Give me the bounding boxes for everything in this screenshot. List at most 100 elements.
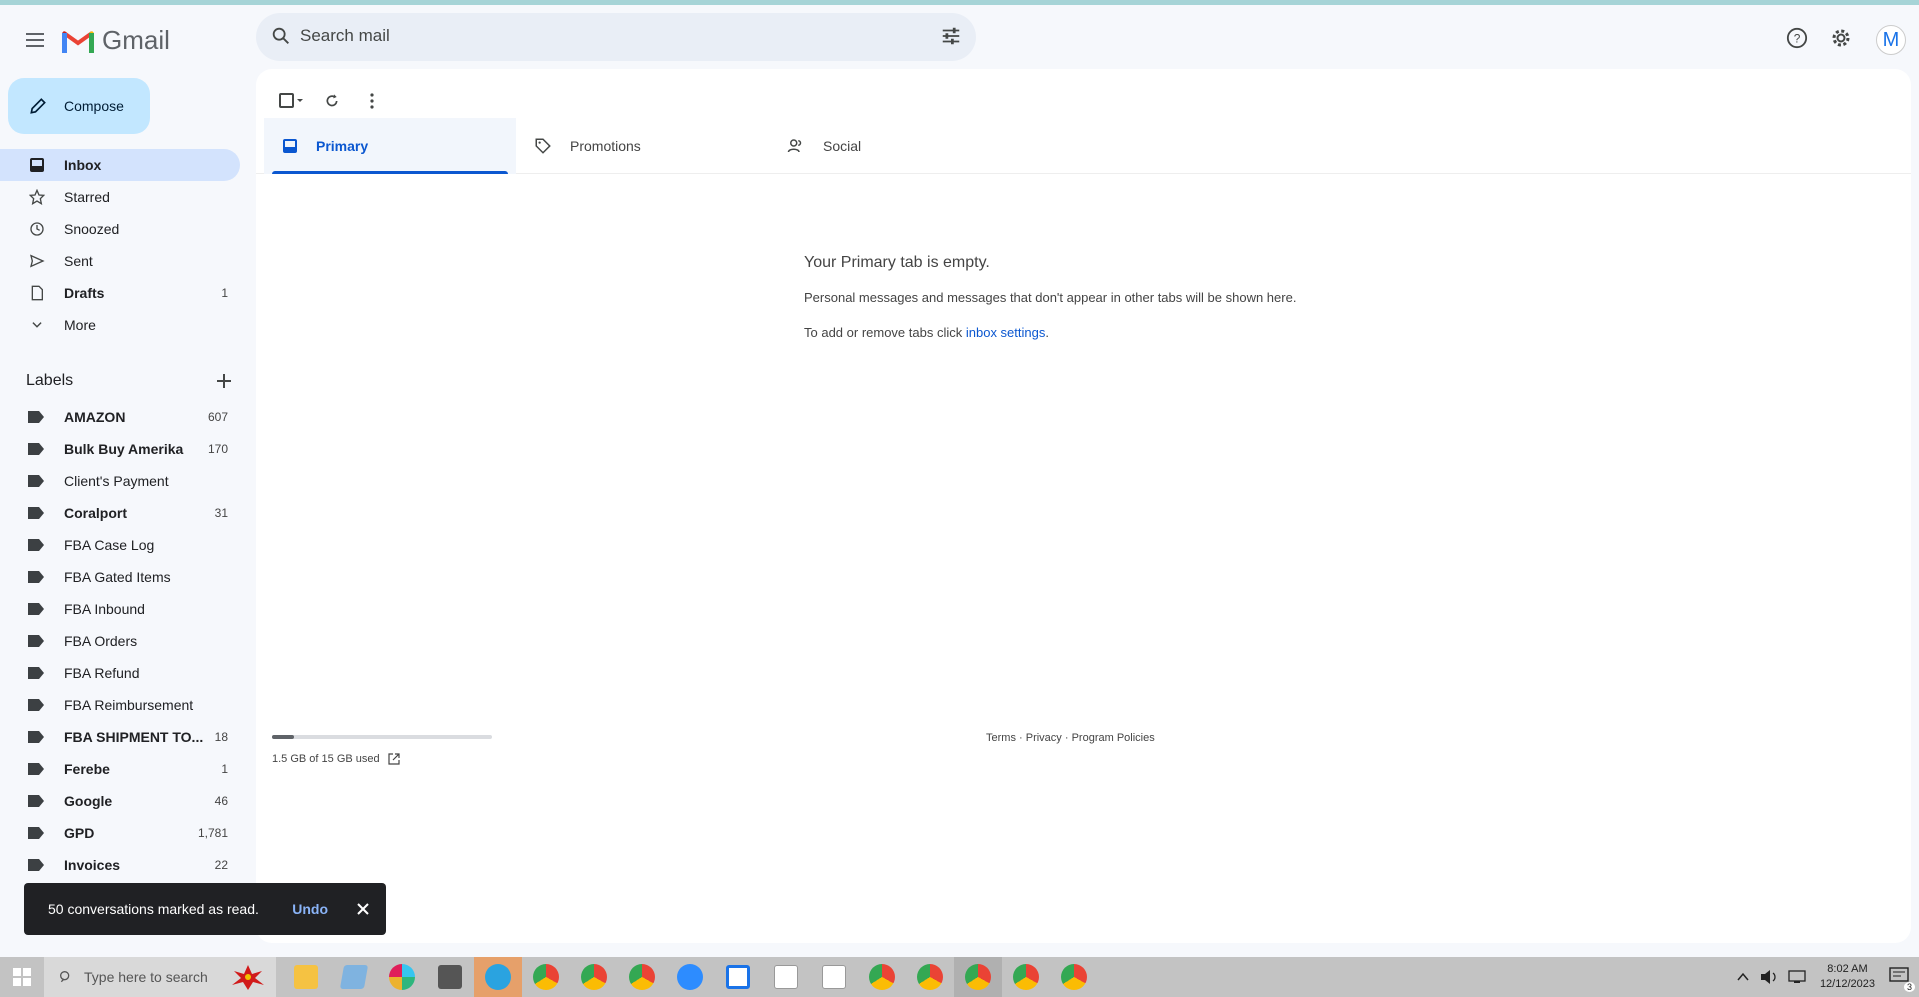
label-item[interactable]: GPD 1,781 (0, 817, 240, 849)
storage-bar (272, 735, 492, 739)
nav-item-snoozed[interactable]: Snoozed (0, 213, 240, 245)
label-item[interactable]: Bulk Buy Amerika 170 (0, 433, 240, 465)
file-explorer-app[interactable] (282, 957, 330, 997)
taskbar-clock[interactable]: 8:02 AM 12/12/2023 (1820, 962, 1875, 992)
label-name: Invoices (64, 857, 121, 873)
empty-state-settings: To add or remove tabs click inbox settin… (804, 325, 1049, 340)
taskbar-search[interactable]: Type here to search (44, 957, 276, 997)
app-name: Gmail (102, 25, 170, 55)
label-count: 31 (214, 506, 228, 520)
compose-label: Compose (64, 98, 124, 114)
poinsettia-icon (232, 965, 264, 990)
tab-primary[interactable]: Primary (264, 118, 516, 174)
label-tag-icon (28, 475, 44, 487)
label-item[interactable]: FBA Orders (0, 625, 240, 657)
taskbar-search-placeholder: Type here to search (84, 969, 208, 985)
label-item[interactable]: FBA Inbound (0, 593, 240, 625)
chrome-app-4[interactable] (858, 957, 906, 997)
settings-button[interactable] (1828, 25, 1854, 51)
nav-item-starred[interactable]: Starred (0, 181, 240, 213)
label-item[interactable]: Ferebe 1 (0, 753, 240, 785)
chart-app-1[interactable] (762, 957, 810, 997)
chrome-app-6[interactable] (954, 957, 1002, 997)
tab-label: Primary (316, 138, 369, 154)
label-tag-icon (28, 763, 44, 775)
separator: · (1061, 732, 1072, 744)
slack-app[interactable] (378, 957, 426, 997)
network-icon[interactable] (1788, 970, 1806, 984)
label-item[interactable]: FBA Refund (0, 657, 240, 689)
main-panel: Primary Promotions Social Your Primary t… (256, 69, 1911, 943)
more-options-button[interactable] (352, 81, 392, 121)
privacy-link[interactable]: Privacy (1026, 732, 1062, 744)
label-count: 1 (221, 762, 228, 776)
tab-promotions[interactable]: Promotions (516, 118, 768, 174)
chevron-up-icon[interactable] (1736, 970, 1750, 984)
label-tag-icon (28, 635, 44, 647)
r-app[interactable] (714, 957, 762, 997)
nav-item-drafts[interactable]: Drafts 1 (0, 277, 240, 309)
open-external-icon[interactable] (388, 753, 400, 765)
close-icon[interactable] (356, 902, 370, 916)
tab-social[interactable]: Social (769, 118, 1021, 174)
compose-button[interactable]: Compose (8, 78, 150, 134)
label-item[interactable]: FBA Gated Items (0, 561, 240, 593)
checkbox-icon (279, 93, 303, 108)
chart-app-2[interactable] (810, 957, 858, 997)
zoom-app[interactable] (666, 957, 714, 997)
gear-icon (1832, 29, 1850, 47)
nav-item-more[interactable]: More (0, 309, 240, 341)
chrome-icon (533, 964, 559, 990)
chrome-icon (629, 964, 655, 990)
chrome-app-5[interactable] (906, 957, 954, 997)
start-button[interactable] (0, 957, 44, 997)
gmail-logo[interactable]: Gmail (62, 25, 170, 56)
notification-center-button[interactable]: 3 (1889, 966, 1915, 992)
label-item[interactable]: Google 46 (0, 785, 240, 817)
label-count: 170 (207, 442, 228, 456)
volume-icon[interactable] (1760, 969, 1778, 985)
search-bar[interactable]: Search mail (256, 13, 976, 61)
label-item[interactable]: FBA Reimbursement (0, 689, 240, 721)
more-vert-icon (370, 93, 374, 109)
gmail-m-icon (62, 30, 94, 53)
select-checkbox[interactable] (272, 81, 312, 121)
notes-app[interactable] (330, 957, 378, 997)
plus-icon[interactable] (216, 373, 232, 389)
label-item[interactable]: Coralport 31 (0, 497, 240, 529)
terms-link[interactable]: Terms (986, 732, 1016, 744)
search-input[interactable]: Search mail (300, 26, 390, 46)
chrome-app-2[interactable] (570, 957, 618, 997)
calculator-app[interactable] (426, 957, 474, 997)
label-item[interactable]: FBA Case Log (0, 529, 240, 561)
undo-button[interactable]: Undo (292, 901, 328, 917)
inbox-settings-link[interactable]: inbox settings (966, 325, 1046, 340)
label-item[interactable]: Client's Payment (0, 465, 240, 497)
nav-label: Inbox (64, 157, 102, 173)
chrome-app-1[interactable] (522, 957, 570, 997)
labels-title: Labels (26, 372, 74, 389)
account-avatar[interactable]: M (1876, 25, 1906, 55)
refresh-button[interactable] (312, 81, 352, 121)
chrome-icon (917, 964, 943, 990)
label-item[interactable]: FBA SHIPMENT TO... 18 (0, 721, 240, 753)
hamburger-icon (26, 33, 44, 47)
support-button[interactable]: ? (1784, 25, 1810, 51)
main-menu-button[interactable] (20, 25, 50, 55)
storage-fill (272, 735, 294, 739)
telegram-app[interactable] (474, 957, 522, 997)
label-item[interactable]: AMAZON 607 (0, 401, 240, 433)
inbox-icon (282, 138, 298, 154)
tab-label: Social (823, 138, 862, 154)
settings-suffix: . (1045, 325, 1049, 340)
nav-item-sent[interactable]: Sent (0, 245, 240, 277)
mail-toolbar (272, 81, 392, 121)
label-tag-icon (28, 603, 44, 615)
chrome-app-8[interactable] (1050, 957, 1098, 997)
chrome-app-3[interactable] (618, 957, 666, 997)
search-icon (60, 971, 70, 983)
nav-item-inbox[interactable]: Inbox (0, 149, 240, 181)
label-item[interactable]: Invoices 22 (0, 849, 240, 881)
program-policies-link[interactable]: Program Policies (1072, 732, 1155, 744)
chrome-app-7[interactable] (1002, 957, 1050, 997)
